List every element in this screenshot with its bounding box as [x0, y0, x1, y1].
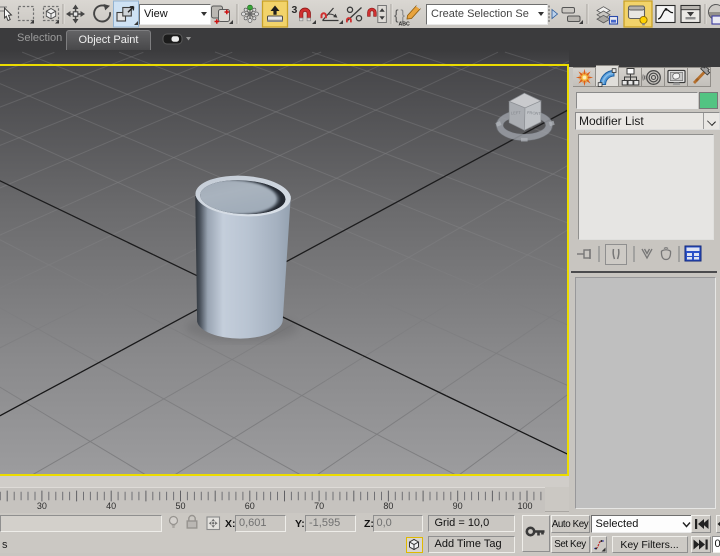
svg-text:3: 3 [292, 4, 298, 16]
svg-text:}: } [401, 8, 406, 23]
svg-text:{: { [394, 8, 399, 23]
svg-text:ABC: ABC [399, 22, 410, 28]
